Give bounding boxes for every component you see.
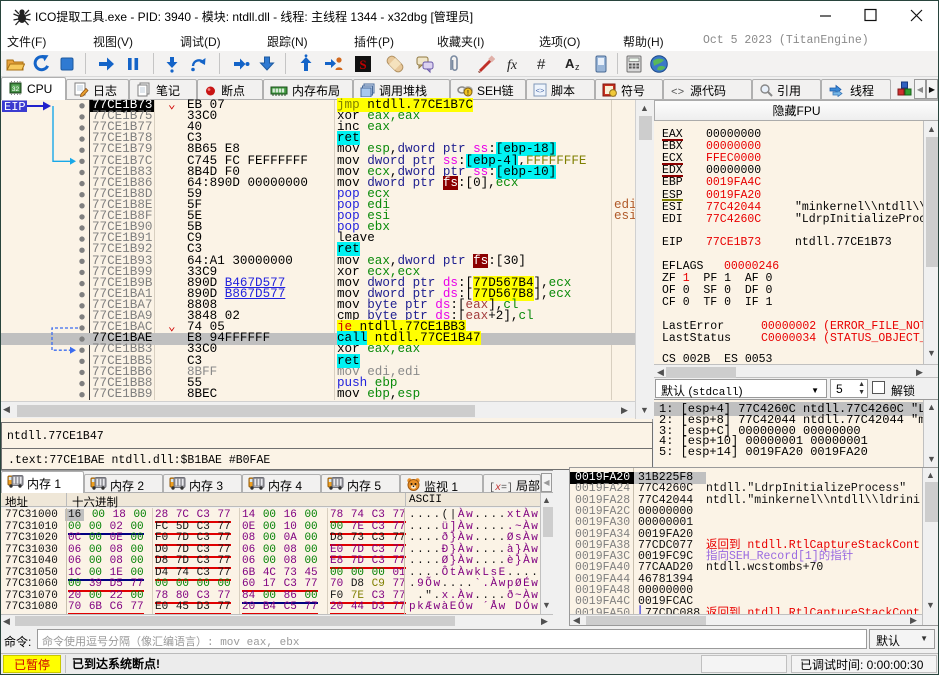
svg-text:<>: <> [671, 87, 684, 97]
svg-text:!: ! [467, 90, 469, 97]
svg-text:<>: <> [535, 88, 545, 96]
svg-text:S: S [359, 57, 366, 72]
svg-text:#: # [537, 56, 546, 73]
svg-text:A: A [565, 56, 575, 71]
svg-text:fx: fx [507, 58, 518, 73]
svg-text:EIP: EIP [4, 100, 26, 114]
svg-text:z: z [575, 62, 580, 72]
svg-text:32: 32 [12, 86, 20, 93]
